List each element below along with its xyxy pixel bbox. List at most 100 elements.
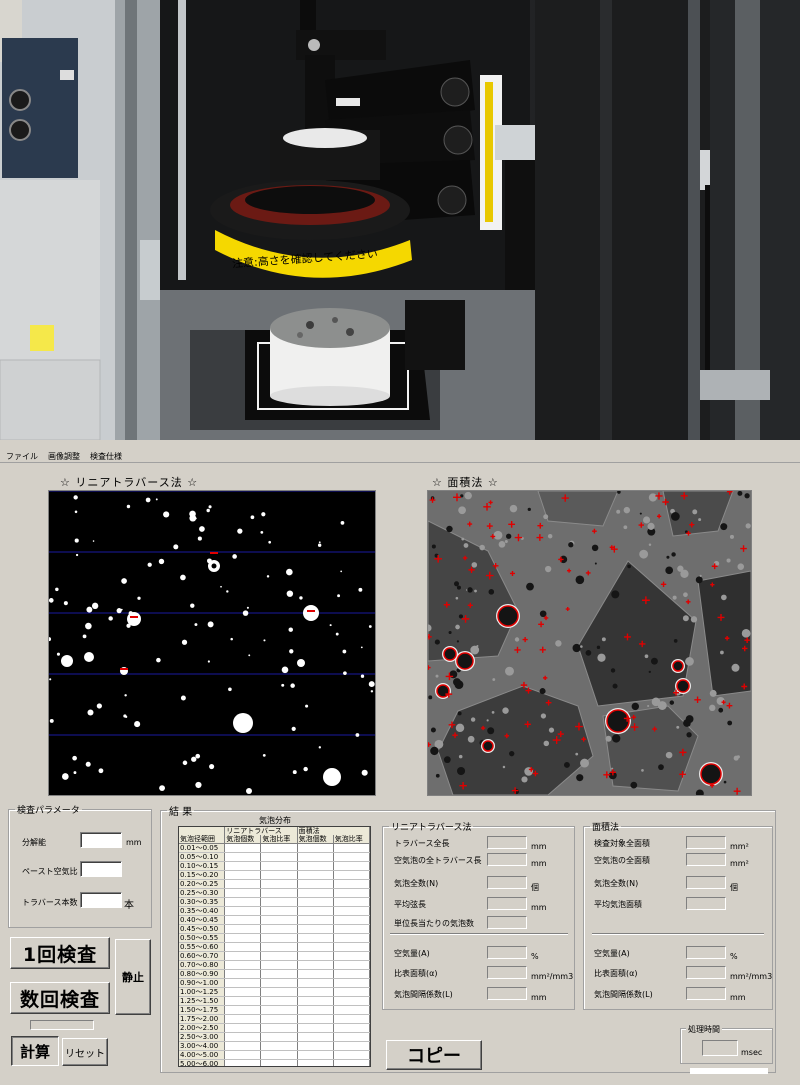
bubble bbox=[230, 637, 233, 641]
pore bbox=[428, 695, 433, 700]
pore bbox=[575, 752, 579, 756]
bubble bbox=[191, 756, 197, 762]
bubble bbox=[190, 603, 195, 608]
value-cell bbox=[297, 1050, 334, 1061]
pore bbox=[683, 592, 688, 598]
bubble bbox=[289, 649, 294, 654]
value-cell bbox=[260, 969, 298, 980]
range-cell: 0.50〜0.55 bbox=[179, 933, 226, 944]
area-method-image bbox=[427, 490, 752, 796]
bubble bbox=[195, 753, 201, 759]
pore bbox=[430, 727, 436, 733]
pore bbox=[548, 727, 555, 733]
pore bbox=[671, 552, 676, 557]
value-cell bbox=[297, 888, 334, 899]
value-cell bbox=[297, 1041, 334, 1052]
pore bbox=[457, 711, 462, 716]
value-cell bbox=[297, 870, 334, 881]
bubble bbox=[303, 766, 308, 772]
pore bbox=[685, 657, 694, 666]
chord-marker bbox=[130, 616, 138, 618]
pore bbox=[733, 755, 739, 761]
pore bbox=[686, 722, 691, 727]
range-cell: 0.01〜0.05 bbox=[179, 843, 226, 854]
pore bbox=[474, 589, 477, 593]
value-cell bbox=[333, 915, 370, 926]
pore bbox=[594, 562, 597, 565]
multi-inspect-button[interactable]: 数回検査 bbox=[10, 982, 110, 1014]
menu-file[interactable]: ファイル bbox=[6, 451, 38, 462]
value-cell bbox=[224, 915, 262, 926]
linear-rows-a-unit-0: mm bbox=[531, 842, 547, 851]
linear-rows-a-value-1 bbox=[487, 853, 527, 866]
menu-inspection-spec[interactable]: 検査仕様 bbox=[90, 451, 122, 462]
value-cell bbox=[297, 1005, 334, 1016]
bubble bbox=[208, 505, 212, 509]
resolution-input[interactable] bbox=[80, 832, 122, 848]
pore bbox=[612, 683, 618, 689]
pore bbox=[601, 637, 606, 642]
value-cell bbox=[224, 1059, 262, 1066]
pore bbox=[605, 735, 612, 742]
menu-image-adjust[interactable]: 画像調整 bbox=[48, 451, 80, 462]
range-cell: 5.00〜6.00 bbox=[179, 1059, 226, 1066]
bubble bbox=[98, 768, 104, 774]
pore bbox=[580, 758, 589, 768]
stop-button[interactable]: 静止 bbox=[115, 939, 151, 1015]
value-cell bbox=[224, 1014, 262, 1025]
table-row: 0.60〜0.70 bbox=[179, 951, 370, 962]
table-row: 0.40〜0.45 bbox=[179, 915, 370, 926]
value-cell bbox=[224, 879, 262, 890]
pore bbox=[498, 540, 506, 548]
pore bbox=[464, 491, 472, 500]
linear-rows-b-unit-1: mm²/mm3 bbox=[531, 972, 574, 981]
bubble bbox=[263, 639, 266, 642]
range-cell: 4.00〜5.00 bbox=[179, 1050, 226, 1061]
single-inspect-button[interactable]: 1回検査 bbox=[10, 937, 110, 969]
bubble bbox=[180, 695, 186, 701]
paste-air-input[interactable] bbox=[80, 861, 122, 877]
value-cell bbox=[333, 852, 370, 863]
value-cell bbox=[297, 906, 334, 917]
bubble bbox=[137, 596, 141, 600]
range-cell: 2.50〜3.00 bbox=[179, 1032, 226, 1043]
bubble bbox=[370, 690, 374, 693]
progress-indicator bbox=[30, 1020, 94, 1030]
reset-button[interactable]: リセット bbox=[62, 1038, 108, 1066]
pore bbox=[540, 713, 547, 719]
traverse-count-input[interactable] bbox=[80, 892, 122, 908]
pore bbox=[527, 507, 531, 512]
range-cell: 0.05〜0.10 bbox=[179, 852, 226, 863]
area-method-bubble-map bbox=[428, 491, 751, 795]
value-cell bbox=[333, 969, 370, 980]
equipment-photo: 注意:高さを確認してください bbox=[0, 0, 800, 440]
value-cell bbox=[297, 951, 334, 962]
value-cell bbox=[333, 987, 370, 998]
pore bbox=[458, 754, 463, 759]
calculate-button[interactable]: 計算 bbox=[11, 1036, 59, 1066]
pore bbox=[672, 595, 677, 600]
bubble bbox=[220, 585, 222, 588]
bubble bbox=[74, 510, 78, 514]
copy-button[interactable]: コピー bbox=[386, 1040, 482, 1070]
bubble bbox=[342, 649, 347, 654]
value-cell bbox=[333, 906, 370, 917]
value-cell bbox=[260, 933, 298, 944]
table-row: 2.50〜3.00 bbox=[179, 1032, 370, 1043]
value-cell bbox=[333, 1032, 370, 1043]
pore bbox=[737, 563, 745, 570]
pore bbox=[692, 509, 698, 515]
table-row: 0.55〜0.60 bbox=[179, 942, 370, 953]
pore bbox=[448, 630, 452, 635]
pore bbox=[616, 509, 621, 514]
value-cell bbox=[224, 924, 262, 935]
bubble bbox=[368, 625, 372, 628]
table-row: 4.00〜5.00 bbox=[179, 1050, 370, 1061]
equipment-photo-illustration: 注意:高さを確認してください bbox=[0, 0, 800, 440]
bubble bbox=[180, 574, 186, 581]
bubble bbox=[337, 594, 341, 598]
value-cell bbox=[297, 861, 334, 872]
bubble bbox=[49, 598, 54, 603]
bubble bbox=[292, 770, 297, 775]
pore bbox=[623, 506, 631, 514]
